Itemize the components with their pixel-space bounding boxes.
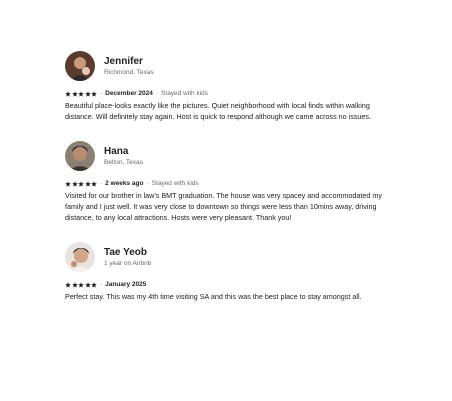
- star-icon: [65, 282, 71, 288]
- review-card: Hana Belton, Texas · 2 weeks ago · Staye…: [65, 140, 395, 223]
- separator-dot: ·: [155, 90, 159, 97]
- separator-dot: ·: [146, 180, 149, 187]
- review-meta: · 2 weeks ago · Stayed with kids: [65, 179, 395, 189]
- star-icon: [78, 91, 84, 97]
- review-date: January 2025: [105, 281, 147, 288]
- star-rating: [65, 282, 97, 288]
- review-date: December 2024: [105, 90, 153, 97]
- star-icon: [91, 282, 97, 288]
- avatar[interactable]: [65, 51, 95, 81]
- review-text: Perfect stay. This was my 4th time visit…: [65, 292, 362, 301]
- star-icon: [78, 282, 84, 288]
- review-date: 2 weeks ago: [105, 180, 144, 187]
- star-rating: [65, 181, 97, 187]
- star-icon: [84, 181, 91, 187]
- review-text: Visited for our brother in law's BMT gra…: [65, 191, 382, 222]
- star-icon: [84, 91, 91, 97]
- reviewer-name: Jennifer: [104, 55, 143, 67]
- star-icon: [78, 181, 84, 187]
- star-rating: [65, 91, 97, 97]
- star-icon: [91, 91, 97, 97]
- reviewer-header: Jennifer Richmond, Texas: [65, 50, 395, 82]
- star-icon: [91, 181, 97, 187]
- star-icon: [65, 181, 71, 187]
- separator-dot: ·: [100, 90, 103, 97]
- stay-tag: Stayed with kids: [161, 90, 209, 97]
- separator-dot: ·: [100, 281, 103, 288]
- reviewer-header: Hana Belton, Texas: [65, 140, 395, 172]
- stay-tag: Stayed with kids: [151, 180, 199, 187]
- avatar[interactable]: [65, 242, 95, 272]
- reviewer-tenure: 1 year on Airbnb: [104, 259, 152, 267]
- review-meta: · January 2025: [65, 280, 395, 290]
- review-text: Beautiful place-looks exactly like the p…: [65, 101, 372, 121]
- review-meta: · December 2024 · Stayed with kids: [65, 89, 395, 99]
- reviewer-location: Belton, Texas: [104, 158, 143, 166]
- separator-dot: ·: [100, 180, 103, 187]
- review-card: Jennifer Richmond, Texas · December 2024…: [65, 50, 395, 122]
- reviewer-location: Richmond, Texas: [104, 68, 154, 76]
- reviewer-name: Hana: [104, 145, 129, 157]
- star-icon: [84, 282, 91, 288]
- review-card: Tae Yeob 1 year on Airbnb · January 2025…: [65, 241, 395, 302]
- reviewer-header: Tae Yeob 1 year on Airbnb: [65, 241, 395, 273]
- star-icon: [65, 91, 71, 97]
- reviews-list: Jennifer Richmond, Texas · December 2024…: [65, 50, 395, 302]
- star-icon: [71, 282, 78, 288]
- reviewer-name: Tae Yeob: [104, 246, 147, 258]
- star-icon: [71, 91, 78, 97]
- avatar[interactable]: [65, 141, 95, 171]
- star-icon: [71, 181, 78, 187]
